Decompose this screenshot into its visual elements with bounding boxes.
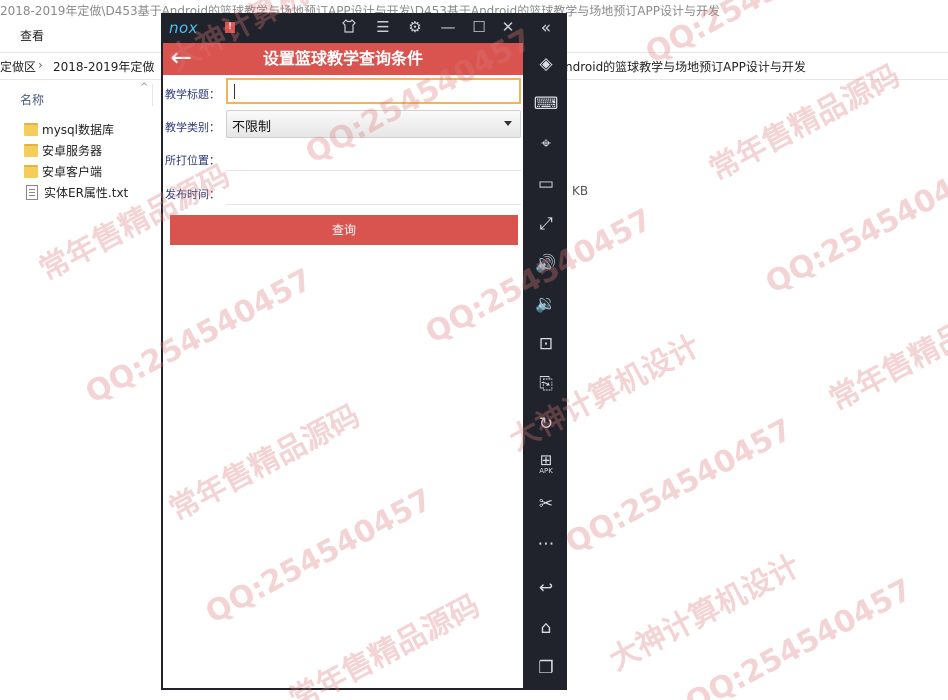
emulator-sidebar: « ◈ ⌨ ⌖ ▭ ⤢ 🔊 🔉 ⊡ ⎘ ↻ ⊞ APK ✂ ⋯ ↩ ⌂ ❐ (525, 13, 567, 690)
location-icon[interactable]: ⌖ (525, 133, 567, 155)
text-file-icon (26, 184, 38, 200)
file-row[interactable]: 实体ER属性.txt (24, 182, 128, 202)
screenshot-icon[interactable]: ⊡ (525, 333, 567, 355)
diamond-icon[interactable]: ◈ (525, 53, 567, 75)
query-button[interactable]: 查询 (170, 215, 518, 245)
file-name: 实体ER属性.txt (44, 185, 129, 200)
location-input[interactable] (226, 145, 521, 171)
shirt-icon[interactable] (339, 18, 359, 38)
screen-icon[interactable]: ▭ (525, 173, 567, 195)
fullscreen-icon[interactable]: ⤢ (525, 213, 567, 235)
collapse-icon[interactable]: « (525, 17, 567, 39)
close-icon[interactable]: ✕ (498, 18, 518, 36)
emulator-titlebar[interactable]: nox ! ☰ ⚙ — ☐ ✕ (161, 13, 525, 43)
multi-instance-icon[interactable]: ⎘ (525, 373, 567, 395)
keyboard-icon[interactable]: ⌨ (525, 93, 567, 115)
folder-icon (24, 122, 38, 136)
folder-icon (24, 143, 38, 157)
file-row[interactable]: 安卓服务器 (24, 140, 102, 160)
maximize-icon[interactable]: ☐ (469, 18, 489, 36)
emulator-window: nox ! ☰ ⚙ — ☐ ✕ « ◈ ⌨ ⌖ ▭ ⤢ 🔊 🔉 ⊡ ⎘ ↻ ⊞ … (161, 13, 567, 690)
more-icon[interactable]: ⋯ (525, 533, 567, 555)
apk-icon[interactable]: ⊞ APK (525, 453, 567, 476)
volume-up-icon[interactable]: 🔊 (525, 253, 567, 275)
menu-view[interactable]: 查看 (20, 27, 44, 44)
scissors-icon[interactable]: ✂ (525, 493, 567, 515)
app-toolbar: 设置篮球教学查询条件 ← (163, 43, 523, 75)
sync-icon[interactable]: ↻ (525, 413, 567, 435)
title-input[interactable] (226, 78, 521, 104)
volume-down-icon[interactable]: 🔉 (525, 293, 567, 315)
column-divider[interactable] (152, 84, 153, 106)
phone-screen: 设置篮球教学查询条件 ← 教学标题： 教学类别： 不限制 所打位置： 发布时间：… (163, 43, 523, 688)
apk-label: APK (539, 467, 553, 475)
time-input[interactable] (226, 179, 521, 205)
file-name: 安卓服务器 (42, 143, 103, 158)
time-label: 发布时间： (165, 188, 220, 201)
file-size: KB (572, 184, 589, 198)
file-row[interactable]: 安卓客户端 (24, 161, 102, 181)
gear-icon[interactable]: ⚙ (405, 18, 425, 36)
breadcrumb-part[interactable]: 2018-2019年定做 (53, 58, 154, 75)
breadcrumb-part[interactable]: 定做区 (0, 58, 36, 75)
column-header-name[interactable]: 名称 (20, 91, 44, 108)
nox-logo: nox (169, 19, 199, 37)
page-title: 设置篮球教学查询条件 (262, 49, 423, 68)
category-selected-value: 不限制 (232, 120, 272, 135)
breadcrumb-separator-icon: › (38, 58, 43, 72)
text-cursor (234, 84, 235, 99)
title-label: 教学标题： (165, 88, 220, 101)
home-icon[interactable]: ⌂ (525, 617, 567, 639)
file-row[interactable]: mysql数据库 (24, 119, 114, 139)
category-label: 教学类别： (165, 121, 220, 134)
recents-icon[interactable]: ❐ (525, 657, 567, 679)
back-icon[interactable]: ↩ (525, 577, 567, 599)
file-name: mysql数据库 (42, 122, 114, 137)
breadcrumb-part[interactable]: ndroid的篮球教学与场地预订APP设计与开发 (565, 58, 806, 75)
dropdown-arrow-icon (504, 121, 512, 126)
menu-icon[interactable]: ☰ (373, 18, 393, 36)
location-label: 所打位置： (165, 154, 220, 167)
category-select[interactable]: 不限制 (226, 110, 521, 138)
minimize-icon[interactable]: — (438, 18, 458, 36)
alert-badge-icon[interactable]: ! (225, 22, 235, 33)
folder-icon (24, 164, 38, 178)
back-arrow-icon[interactable]: ← (167, 45, 195, 73)
file-name: 安卓客户端 (42, 164, 103, 179)
sort-up-icon: ^ (140, 82, 149, 93)
